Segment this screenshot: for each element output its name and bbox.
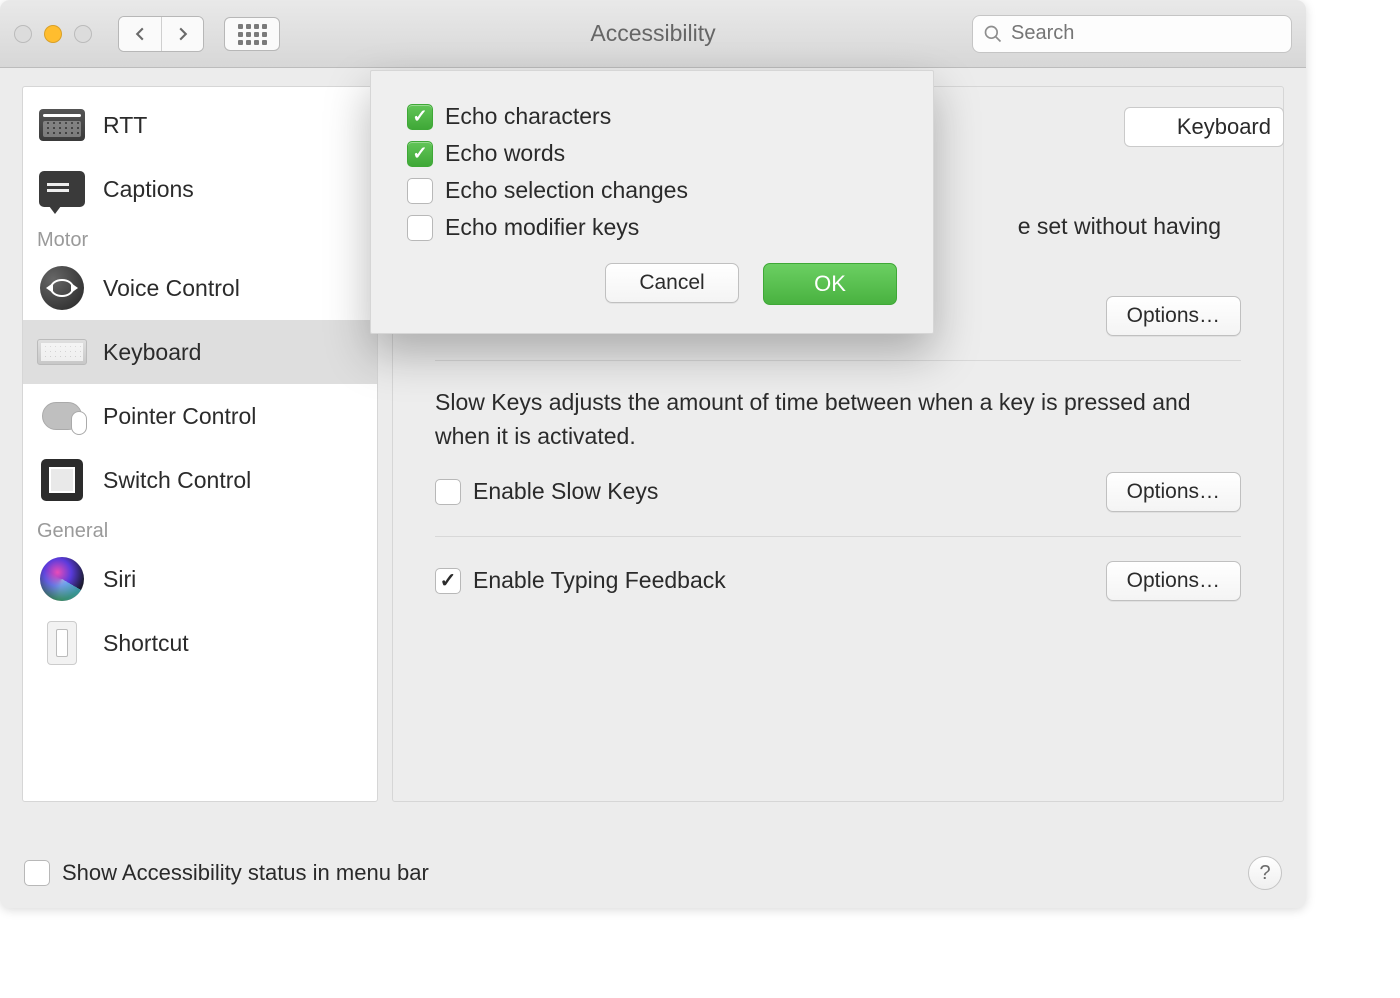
echo-words-checkbox[interactable]: Echo words bbox=[407, 140, 897, 167]
checkbox-label: Echo words bbox=[445, 140, 565, 167]
tab-keyboard[interactable]: Keyboard bbox=[1124, 107, 1284, 147]
grid-icon bbox=[238, 24, 266, 44]
slow-keys-desc: Slow Keys adjusts the amount of time bet… bbox=[435, 385, 1241, 454]
chevron-right-icon bbox=[176, 27, 190, 41]
sidebar-item-voice-control[interactable]: Voice Control bbox=[23, 256, 377, 320]
captions-icon bbox=[37, 169, 87, 209]
checkbox-label: Echo selection changes bbox=[445, 177, 688, 204]
checkbox-box bbox=[407, 141, 433, 167]
echo-modifier-checkbox[interactable]: Echo modifier keys bbox=[407, 214, 897, 241]
footer: Show Accessibility status in menu bar ? bbox=[24, 856, 1282, 890]
show-all-button[interactable] bbox=[224, 17, 280, 51]
help-icon: ? bbox=[1259, 862, 1270, 885]
accessibility-window: Accessibility RTT Captions Motor bbox=[0, 0, 1306, 908]
typing-feedback-row: Enable Typing Feedback Options… bbox=[435, 561, 1241, 601]
window-controls bbox=[14, 25, 92, 43]
sidebar-item-label: Shortcut bbox=[103, 630, 189, 657]
typing-feedback-options-button[interactable]: Options… bbox=[1106, 561, 1241, 601]
sidebar-item-label: Siri bbox=[103, 566, 136, 593]
sidebar-item-shortcut[interactable]: Shortcut bbox=[23, 611, 377, 675]
search-input[interactable] bbox=[972, 15, 1292, 53]
sidebar-item-label: Pointer Control bbox=[103, 403, 256, 430]
pointer-control-icon bbox=[37, 396, 87, 436]
checkbox-label: Echo characters bbox=[445, 103, 611, 130]
cancel-button[interactable]: Cancel bbox=[605, 263, 739, 303]
checkbox-box bbox=[407, 104, 433, 130]
shortcut-icon bbox=[37, 623, 87, 663]
divider-1 bbox=[435, 360, 1241, 361]
sidebar-item-label: Captions bbox=[103, 176, 194, 203]
checkbox-label: Show Accessibility status in menu bar bbox=[62, 860, 429, 886]
voice-control-icon bbox=[37, 268, 87, 308]
checkbox-box bbox=[407, 215, 433, 241]
nav-buttons bbox=[118, 16, 204, 52]
search-icon bbox=[983, 24, 1003, 44]
checkbox-box bbox=[24, 860, 50, 886]
titlebar: Accessibility bbox=[0, 0, 1306, 68]
checkbox-label: Enable Typing Feedback bbox=[473, 567, 726, 594]
sidebar-list[interactable]: RTT Captions Motor Voice Control Keyboar… bbox=[22, 86, 378, 802]
ok-button[interactable]: OK bbox=[763, 263, 897, 305]
sidebar-item-rtt[interactable]: RTT bbox=[23, 93, 377, 157]
sidebar-item-pointer-control[interactable]: Pointer Control bbox=[23, 384, 377, 448]
sticky-keys-options-button[interactable]: Options… bbox=[1106, 296, 1241, 336]
chevron-left-icon bbox=[133, 27, 147, 41]
switch-control-icon bbox=[37, 460, 87, 500]
checkbox-box bbox=[435, 568, 461, 594]
sidebar: RTT Captions Motor Voice Control Keyboar… bbox=[0, 68, 392, 908]
sidebar-item-label: Switch Control bbox=[103, 467, 251, 494]
slow-keys-row: Enable Slow Keys Options… bbox=[435, 472, 1241, 512]
checkbox-label: Echo modifier keys bbox=[445, 214, 639, 241]
checkbox-box bbox=[435, 479, 461, 505]
tab-label: Keyboard bbox=[1177, 114, 1271, 140]
section-header-general: General bbox=[23, 512, 377, 547]
sidebar-item-label: RTT bbox=[103, 112, 147, 139]
divider-2 bbox=[435, 536, 1241, 537]
echo-characters-checkbox[interactable]: Echo characters bbox=[407, 103, 897, 130]
help-button[interactable]: ? bbox=[1248, 856, 1282, 890]
sidebar-item-label: Voice Control bbox=[103, 275, 240, 302]
keyboard-icon bbox=[37, 332, 87, 372]
enable-typing-feedback-checkbox[interactable]: Enable Typing Feedback bbox=[435, 567, 726, 594]
slow-keys-options-button[interactable]: Options… bbox=[1106, 472, 1241, 512]
forward-button[interactable] bbox=[161, 17, 203, 51]
checkbox-label: Enable Slow Keys bbox=[473, 478, 658, 505]
back-button[interactable] bbox=[119, 17, 161, 51]
section-header-motor: Motor bbox=[23, 221, 377, 256]
sidebar-item-siri[interactable]: Siri bbox=[23, 547, 377, 611]
siri-icon bbox=[37, 559, 87, 599]
show-menubar-checkbox[interactable]: Show Accessibility status in menu bar bbox=[24, 860, 429, 886]
minimize-window-button[interactable] bbox=[44, 25, 62, 43]
typing-feedback-dialog: Echo characters Echo words Echo selectio… bbox=[370, 70, 934, 334]
close-window-button[interactable] bbox=[14, 25, 32, 43]
sidebar-item-switch-control[interactable]: Switch Control bbox=[23, 448, 377, 512]
sidebar-item-captions[interactable]: Captions bbox=[23, 157, 377, 221]
sidebar-item-keyboard[interactable]: Keyboard bbox=[23, 320, 377, 384]
echo-selection-checkbox[interactable]: Echo selection changes bbox=[407, 177, 897, 204]
sticky-keys-desc-tail: e set without having bbox=[1018, 209, 1221, 244]
rtt-icon bbox=[37, 105, 87, 145]
search-field-wrap bbox=[972, 15, 1292, 53]
enable-slow-keys-checkbox[interactable]: Enable Slow Keys bbox=[435, 478, 658, 505]
dialog-actions: Cancel OK bbox=[407, 263, 897, 305]
sidebar-item-label: Keyboard bbox=[103, 339, 201, 366]
zoom-window-button[interactable] bbox=[74, 25, 92, 43]
checkbox-box bbox=[407, 178, 433, 204]
